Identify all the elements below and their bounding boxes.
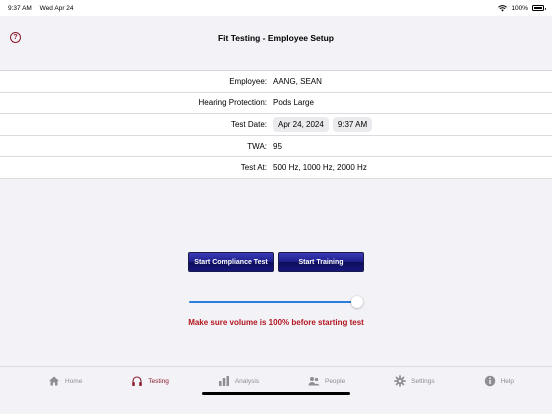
home-icon <box>49 376 59 386</box>
navigation-bar: ? Fit Testing - Employee Setup <box>0 16 552 70</box>
test-date-label: Test Date: <box>230 119 267 129</box>
people-icon <box>308 377 320 386</box>
tab-bar: Home Testing Analysis People Settings He… <box>0 366 552 414</box>
tab-home[interactable]: Home <box>48 367 82 395</box>
page-title: Fit Testing - Employee Setup <box>217 33 335 43</box>
status-left: 9:37 AM Wed Apr 24 <box>8 5 80 12</box>
employee-value: AANG, SEAN <box>273 76 322 86</box>
volume-slider-thumb[interactable] <box>351 296 363 308</box>
volume-slider-track <box>189 301 357 303</box>
tab-analysis-label: Analysis <box>234 377 260 385</box>
tab-settings-label: Settings <box>411 377 435 385</box>
start-training-button[interactable]: Start Training <box>278 252 364 272</box>
test-time-picker[interactable]: 9:37 AM <box>332 116 373 132</box>
tab-analysis[interactable]: Analysis <box>218 367 259 395</box>
test-date-row: Test Date: Apr 24, 2024 9:37 AM <box>0 114 552 136</box>
tab-people[interactable]: People <box>308 367 345 395</box>
twa-row[interactable]: TWA: 95 <box>0 136 552 158</box>
tab-home-label: Home <box>65 377 83 385</box>
status-bar: 9:37 AM Wed Apr 24 100% <box>0 0 552 16</box>
hearing-protection-value: Pods Large <box>273 98 314 108</box>
info-icon <box>484 375 495 387</box>
bar-chart-icon <box>218 376 229 386</box>
tab-testing[interactable]: Testing <box>131 367 169 395</box>
start-compliance-test-button[interactable]: Start Compliance Test <box>188 252 274 272</box>
status-time: 9:37 AM <box>8 4 32 12</box>
status-date: Wed Apr 24 <box>39 4 74 12</box>
action-buttons: Start Compliance Test Start Training <box>188 252 364 272</box>
headphones-icon <box>132 376 143 386</box>
test-date-picker[interactable]: Apr 24, 2024 <box>273 116 329 132</box>
test-at-value: 500 Hz, 1000 Hz, 2000 Hz <box>273 163 367 173</box>
battery-icon <box>532 5 546 11</box>
tab-help[interactable]: Help <box>484 367 514 395</box>
status-right: 100% <box>498 4 546 12</box>
hearing-protection-label: Hearing Protection: <box>198 98 267 108</box>
test-at-label: Test At: <box>240 163 267 173</box>
twa-value: 95 <box>273 141 282 151</box>
tab-testing-label: Testing <box>148 377 169 385</box>
test-at-row[interactable]: Test At: 500 Hz, 1000 Hz, 2000 Hz <box>0 157 552 179</box>
employee-label: Employee: <box>229 76 267 86</box>
home-indicator[interactable] <box>202 392 350 395</box>
volume-warning: Make sure volume is 100% before starting… <box>188 318 364 327</box>
battery-percent: 100% <box>511 4 528 12</box>
wifi-icon <box>498 4 508 11</box>
hearing-protection-row[interactable]: Hearing Protection: Pods Large <box>0 93 552 115</box>
tab-people-label: People <box>324 377 346 385</box>
volume-slider[interactable] <box>189 296 363 308</box>
tab-settings[interactable]: Settings <box>394 367 435 395</box>
tab-help-label: Help <box>500 377 514 385</box>
employee-setup-form: Employee: AANG, SEAN Hearing Protection:… <box>0 70 552 179</box>
twa-label: TWA: <box>247 141 267 151</box>
employee-row[interactable]: Employee: AANG, SEAN <box>0 71 552 93</box>
gear-icon <box>394 375 407 387</box>
